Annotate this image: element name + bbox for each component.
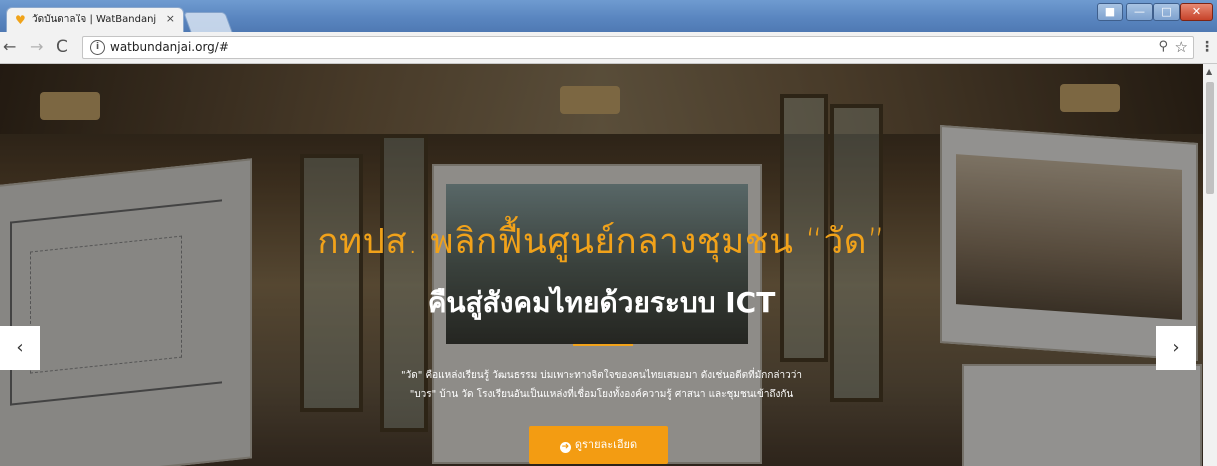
- scroll-up-icon[interactable]: ▲: [1206, 67, 1212, 76]
- page-scrollbar[interactable]: ▲: [1203, 64, 1217, 466]
- scroll-thumb[interactable]: [1206, 82, 1214, 194]
- address-bar[interactable]: i watbundanjai.org/# ⚲ ☆: [82, 36, 1194, 59]
- reload-icon[interactable]: C: [56, 38, 68, 56]
- hero-description-line: "วัด" คือแหล่งเรียนรู้ วัฒนธรรม บ่มเพาะท…: [400, 370, 802, 381]
- arrow-circle-right-icon: ➜: [559, 442, 571, 453]
- browser-tab[interactable]: ♥ วัดบันดาลใจ | WatBandanj ×: [6, 7, 184, 32]
- carousel-prev-button[interactable]: ‹: [0, 326, 40, 370]
- star-icon[interactable]: ☆: [1175, 38, 1188, 56]
- hero-description-line: "บวร" บ้าน วัด โรงเรียนอันเป็นแหล่งที่เช…: [409, 389, 794, 400]
- page-viewport: กทปส. พลิกฟื้นศูนย์กลางชุมชน “วัด” คืนสู…: [0, 64, 1203, 466]
- tab-close-icon[interactable]: ×: [166, 13, 175, 25]
- close-window-button[interactable]: ✕: [1180, 3, 1213, 21]
- info-icon[interactable]: i: [90, 40, 105, 55]
- heart-icon: ♥: [15, 13, 26, 27]
- menu-icon[interactable]: ⋮: [1200, 39, 1214, 55]
- details-button-label: ดูรายละเอียด: [574, 438, 638, 451]
- hero-divider: [573, 344, 633, 346]
- forward-arrow-icon[interactable]: →: [30, 38, 43, 56]
- details-button[interactable]: ➜ ดูรายละเอียด: [529, 426, 668, 464]
- maximize-button[interactable]: □: [1153, 3, 1180, 21]
- hero-subheading: คืนสู่สังคมไทยด้วยระบบ ICT: [427, 286, 776, 319]
- hero-description: "วัด" คือแหล่งเรียนรู้ วัฒนธรรม บ่มเพาะท…: [0, 366, 1203, 404]
- carousel-next-button[interactable]: ›: [1156, 326, 1196, 370]
- new-tab-button[interactable]: [183, 12, 233, 33]
- user-icon[interactable]: ■: [1097, 3, 1123, 21]
- back-arrow-icon[interactable]: ←: [3, 38, 16, 56]
- hero-overlay: [0, 64, 1203, 466]
- window-titlebar: ♥ วัดบันดาลใจ | WatBandanj × ■ — □ ✕: [0, 0, 1217, 33]
- browser-toolbar: ← → C i watbundanjai.org/# ⚲ ☆ ⋮: [0, 32, 1217, 64]
- url-text[interactable]: watbundanjai.org/#: [110, 40, 229, 55]
- hero-headline: กทปส. พลิกฟื้นศูนย์กลางชุมชน “วัด”: [317, 222, 886, 262]
- minimize-button[interactable]: —: [1126, 3, 1153, 21]
- zoom-icon[interactable]: ⚲: [1158, 39, 1168, 54]
- tab-title: วัดบันดาลใจ | WatBandanj: [32, 14, 157, 25]
